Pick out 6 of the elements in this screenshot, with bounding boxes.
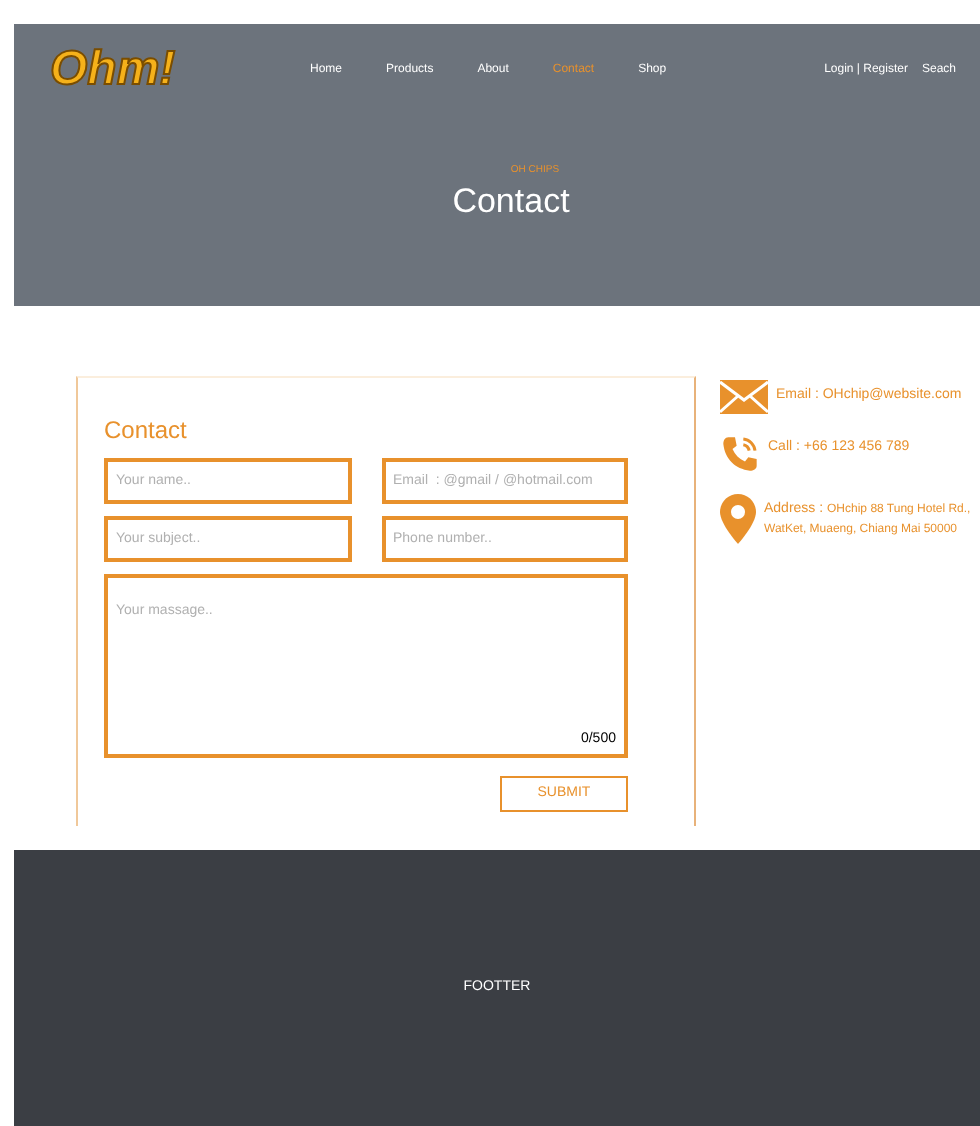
map-pin-icon — [720, 494, 756, 544]
form-title: Contact — [104, 414, 189, 448]
envelope-icon — [720, 380, 768, 414]
page-title: Contact — [452, 179, 570, 222]
logo[interactable]: Ohm! — [50, 34, 280, 106]
phone-icon — [720, 432, 760, 476]
